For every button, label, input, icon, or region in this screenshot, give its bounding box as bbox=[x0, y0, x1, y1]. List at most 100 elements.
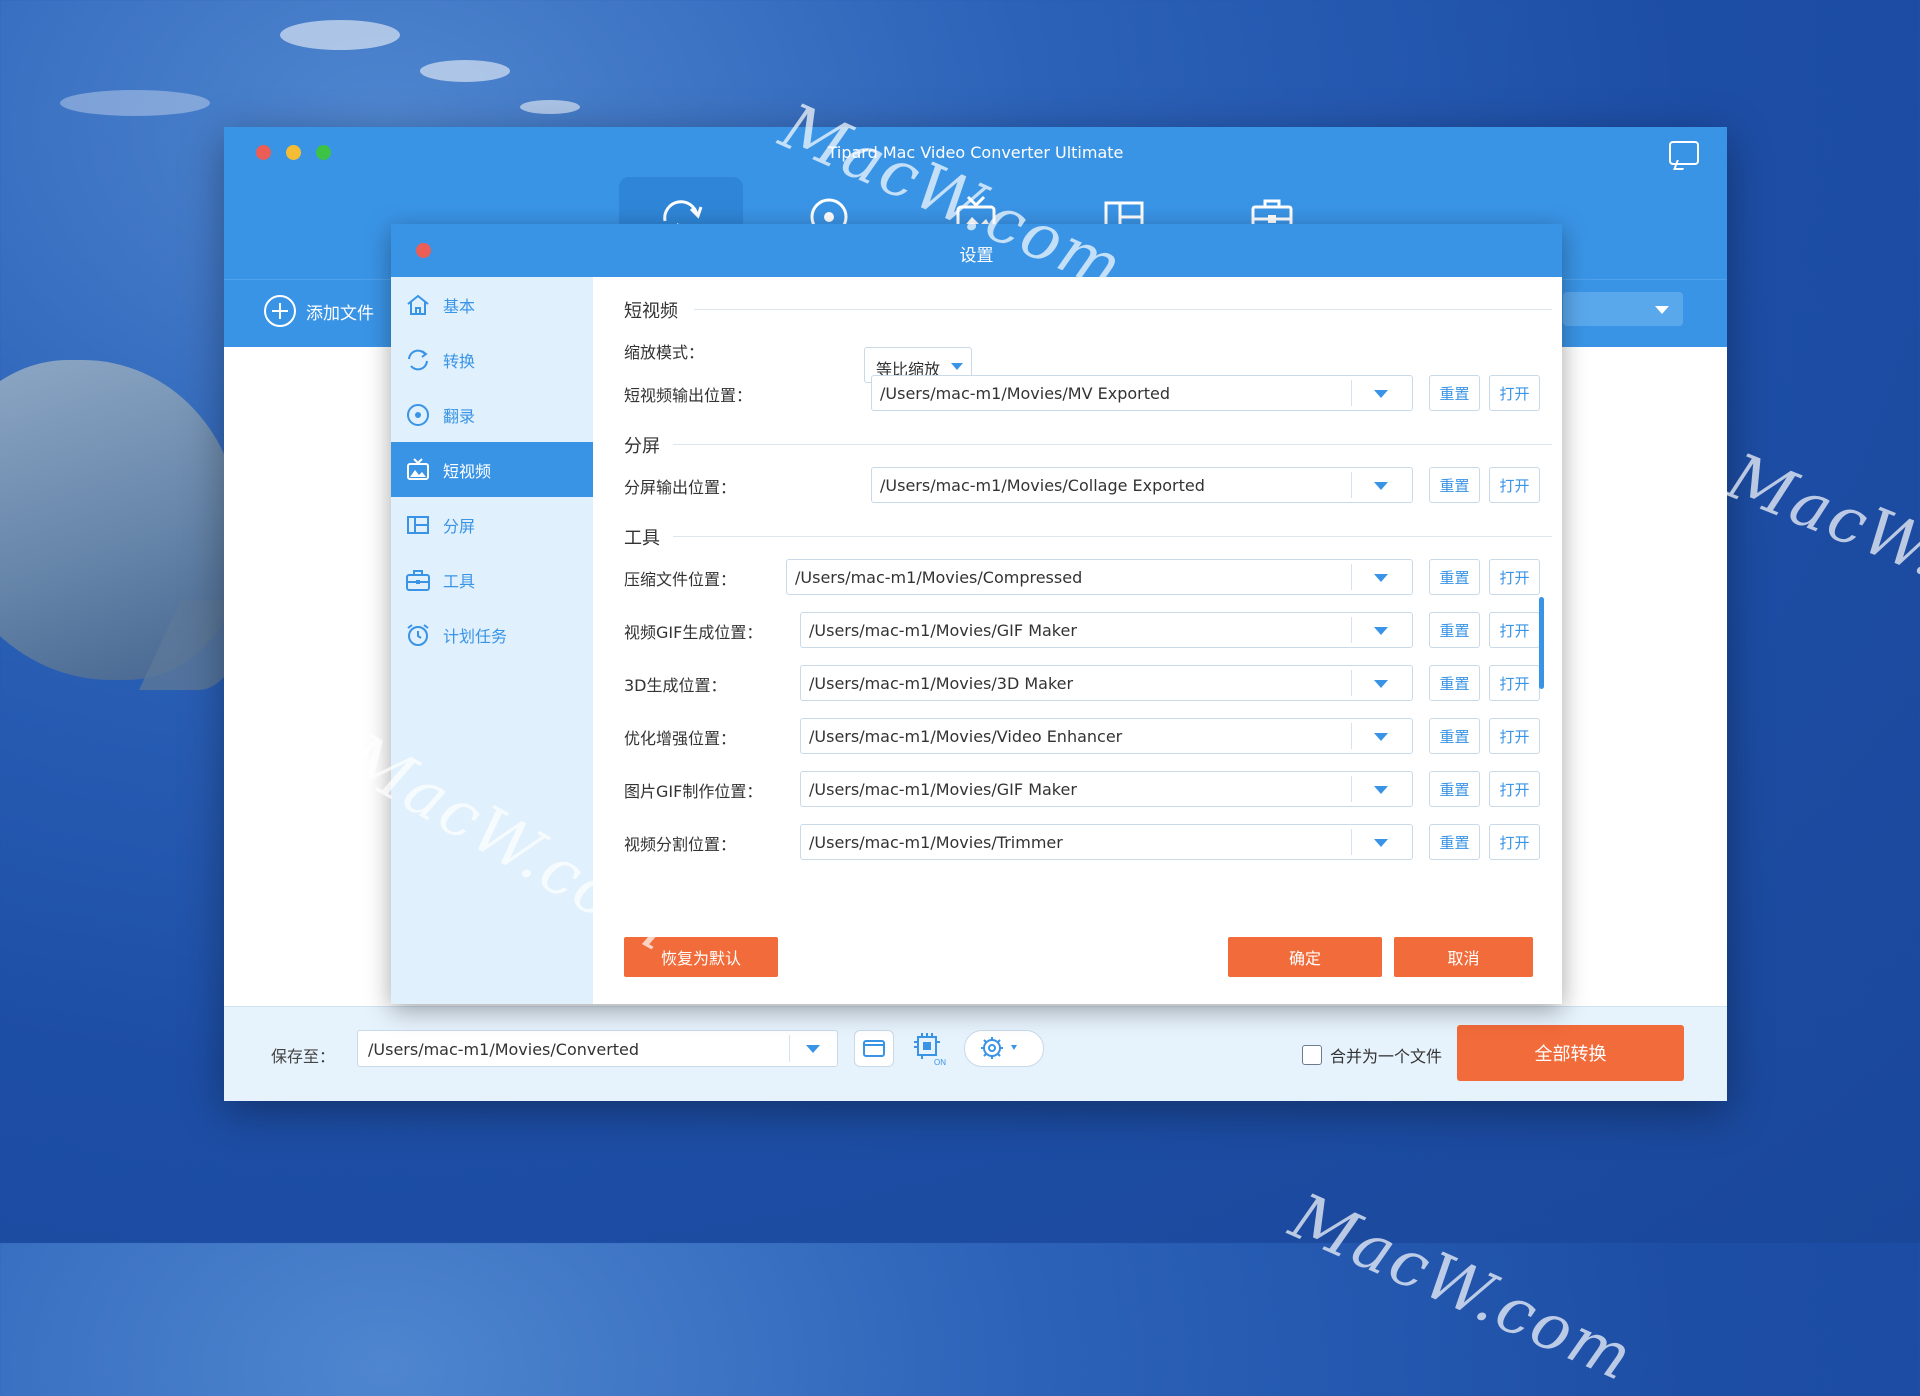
cancel-button[interactable]: 取消 bbox=[1394, 937, 1533, 977]
sidebar-item-label: 分屏 bbox=[443, 516, 476, 536]
divider bbox=[1351, 829, 1352, 855]
sidebar-item-schedule[interactable]: 计划任务 bbox=[391, 607, 593, 662]
chevron-down-icon[interactable] bbox=[806, 1045, 820, 1053]
section-divider bbox=[673, 536, 1552, 537]
gear-icon bbox=[981, 1037, 1017, 1059]
open-button[interactable]: 打开 bbox=[1489, 467, 1540, 503]
wave-highlight bbox=[280, 20, 400, 50]
reset-button[interactable]: 重置 bbox=[1429, 771, 1480, 807]
section-divider bbox=[694, 309, 1552, 310]
path-value: /Users/mac-m1/Movies/GIF Maker bbox=[809, 780, 1077, 799]
path-row-label: 3D生成位置： bbox=[624, 676, 727, 695]
watermark: MacW.com bbox=[1279, 1180, 1644, 1396]
divider bbox=[789, 1035, 790, 1062]
section-title-short-video: 短视频 bbox=[624, 301, 678, 322]
open-button[interactable]: 打开 bbox=[1489, 375, 1540, 411]
open-button[interactable]: 打开 bbox=[1489, 665, 1540, 701]
feedback-icon[interactable] bbox=[1669, 141, 1699, 165]
merge-checkbox[interactable] bbox=[1302, 1045, 1322, 1065]
reset-button[interactable]: 重置 bbox=[1429, 612, 1480, 648]
open-button[interactable]: 打开 bbox=[1489, 612, 1540, 648]
collage-icon bbox=[407, 515, 429, 534]
hardware-acceleration-button[interactable]: ON bbox=[908, 1030, 948, 1067]
section-divider bbox=[673, 444, 1552, 445]
sidebar-item-label: 工具 bbox=[443, 571, 476, 591]
ok-button[interactable]: 确定 bbox=[1228, 937, 1382, 977]
output-format-dropdown[interactable] bbox=[1563, 292, 1683, 326]
divider bbox=[1351, 380, 1352, 406]
section-title-collage: 分屏 bbox=[624, 436, 660, 457]
content-scrollbar[interactable] bbox=[1539, 597, 1544, 689]
open-button[interactable]: 打开 bbox=[1489, 824, 1540, 860]
short-video-path-field[interactable]: /Users/mac-m1/Movies/MV Exported bbox=[871, 375, 1413, 411]
svg-text:ON: ON bbox=[934, 1058, 946, 1067]
sidebar-item-basic[interactable]: 基本 bbox=[391, 277, 593, 332]
sidebar-item-label: 短视频 bbox=[443, 461, 492, 481]
open-button[interactable]: 打开 bbox=[1489, 771, 1540, 807]
add-file-label: 添加文件 bbox=[306, 303, 374, 324]
sidebar-item-label: 计划任务 bbox=[443, 626, 508, 646]
chevron-down-icon[interactable] bbox=[1374, 390, 1388, 398]
path-row-label: 优化增强位置： bbox=[624, 729, 737, 748]
chevron-down-icon[interactable] bbox=[1374, 627, 1388, 635]
reset-button[interactable]: 重置 bbox=[1429, 559, 1480, 595]
settings-menu-button[interactable] bbox=[964, 1030, 1044, 1067]
3d-maker-path-field[interactable]: /Users/mac-m1/Movies/3D Maker bbox=[800, 665, 1413, 701]
sidebar-item-tools[interactable]: 工具 bbox=[391, 552, 593, 607]
video-gif-path-field[interactable]: /Users/mac-m1/Movies/GIF Maker bbox=[800, 612, 1413, 648]
open-button[interactable]: 打开 bbox=[1489, 718, 1540, 754]
chevron-down-icon[interactable] bbox=[1374, 839, 1388, 847]
path-value: /Users/mac-m1/Movies/Video Enhancer bbox=[809, 727, 1123, 746]
sidebar-item-convert[interactable]: 转换 bbox=[391, 332, 593, 387]
folder-icon bbox=[863, 1040, 885, 1057]
dialog-footer: 恢复为默认 确定 取消 bbox=[593, 912, 1562, 1004]
merge-option[interactable]: 合并为一个文件 bbox=[1302, 1043, 1442, 1067]
compressor-path-field[interactable]: /Users/mac-m1/Movies/Compressed bbox=[786, 559, 1413, 595]
sidebar-item-label: 翻录 bbox=[443, 406, 476, 426]
path-value: /Users/mac-m1/Movies/3D Maker bbox=[809, 674, 1074, 693]
collage-path-field[interactable]: /Users/mac-m1/Movies/Collage Exported bbox=[871, 467, 1413, 503]
save-path-field[interactable]: /Users/mac-m1/Movies/Converted bbox=[357, 1030, 838, 1067]
sidebar-item-short-video[interactable]: 短视频 bbox=[391, 442, 593, 497]
chevron-down-icon[interactable] bbox=[1374, 733, 1388, 741]
trimmer-path-field[interactable]: /Users/mac-m1/Movies/Trimmer bbox=[800, 824, 1413, 860]
path-row-label: 短视频输出位置： bbox=[624, 386, 753, 405]
open-folder-button[interactable] bbox=[854, 1030, 894, 1067]
divider bbox=[1351, 670, 1352, 696]
reset-button[interactable]: 重置 bbox=[1429, 665, 1480, 701]
path-value: /Users/mac-m1/Movies/Trimmer bbox=[809, 833, 1063, 852]
chevron-down-icon[interactable] bbox=[1374, 680, 1388, 688]
divider bbox=[1351, 564, 1352, 590]
chevron-down-icon[interactable] bbox=[1374, 574, 1388, 582]
refresh-icon bbox=[408, 349, 428, 370]
path-row-label: 视频分割位置： bbox=[624, 835, 737, 854]
reset-button[interactable]: 重置 bbox=[1429, 718, 1480, 754]
chevron-down-icon[interactable] bbox=[1374, 482, 1388, 490]
path-value: /Users/mac-m1/Movies/Compressed bbox=[795, 568, 1083, 587]
add-file-button[interactable]: 添加文件 bbox=[264, 295, 374, 327]
reset-button[interactable]: 重置 bbox=[1429, 824, 1480, 860]
path-row-label: 压缩文件位置： bbox=[624, 570, 737, 589]
reset-button[interactable]: 重置 bbox=[1429, 375, 1480, 411]
watermark: MacW.com bbox=[1717, 440, 1920, 646]
path-row-label: 分屏输出位置： bbox=[624, 478, 737, 497]
home-icon bbox=[407, 294, 429, 315]
divider bbox=[1351, 617, 1352, 643]
video-enhancer-path-field[interactable]: /Users/mac-m1/Movies/Video Enhancer bbox=[800, 718, 1413, 754]
sidebar-item-label: 转换 bbox=[443, 351, 476, 371]
convert-all-button[interactable]: 全部转换 bbox=[1457, 1025, 1684, 1081]
path-row-label: 视频GIF生成位置： bbox=[624, 623, 763, 642]
wave-highlight bbox=[60, 90, 210, 116]
path-value: /Users/mac-m1/Movies/Collage Exported bbox=[880, 476, 1205, 495]
divider bbox=[1351, 776, 1352, 802]
path-row-label: 图片GIF制作位置： bbox=[624, 782, 763, 801]
sidebar-item-ripper[interactable]: 翻录 bbox=[391, 387, 593, 442]
reset-button[interactable]: 重置 bbox=[1429, 467, 1480, 503]
sidebar-item-collage[interactable]: 分屏 bbox=[391, 497, 593, 552]
settings-content: 短视频 缩放模式： 等比缩放 短视频输出位置： /Users/mac-m1/Mo… bbox=[593, 277, 1562, 1004]
open-button[interactable]: 打开 bbox=[1489, 559, 1540, 595]
disc-icon bbox=[407, 403, 429, 426]
wave-highlight bbox=[520, 100, 580, 114]
image-gif-path-field[interactable]: /Users/mac-m1/Movies/GIF Maker bbox=[800, 771, 1413, 807]
chevron-down-icon[interactable] bbox=[1374, 786, 1388, 794]
